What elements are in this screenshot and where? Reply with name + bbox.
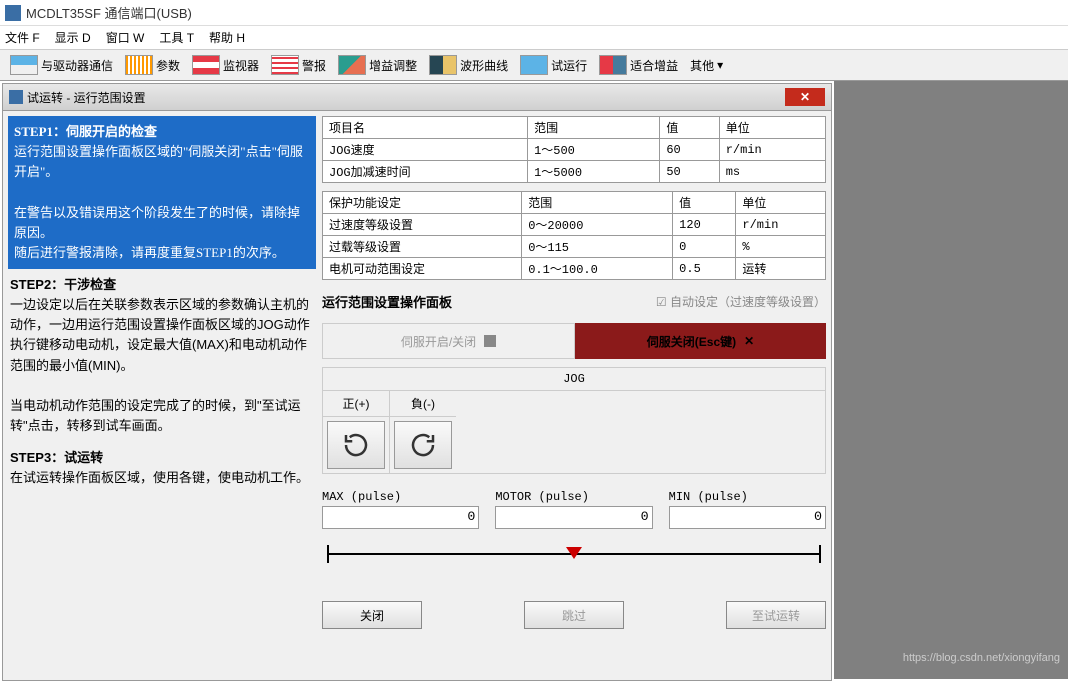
step2-body1: 一边设定以后在关联参数表示区域的参数确认主机的动作，一边用运行范围设置操作面板区…	[10, 297, 310, 372]
dialog-icon	[9, 90, 23, 104]
steps-panel: STEP1：伺服开启的检查 运行范围设置操作面板区域的"伺服关闭"点击"伺服开启…	[8, 116, 316, 676]
dialog-close-button[interactable]: ✕	[785, 88, 825, 106]
table-jog-params: 项目名范围值单位 JOG速度1～50060r/min JOG加减速时间1～500…	[322, 116, 826, 183]
step3-title: STEP3：试运转	[10, 450, 103, 465]
watermark: https://blog.csdn.net/xiongyifang	[903, 652, 1060, 664]
gain-icon	[338, 55, 366, 75]
rotate-ccw-icon	[341, 430, 371, 460]
jog-box: JOG 正(+) 負(-)	[322, 367, 826, 474]
app-icon	[5, 5, 21, 21]
motor-pulse-label: MOTOR (pulse)	[495, 490, 652, 504]
menu-tools[interactable]: 工具 T	[159, 29, 194, 46]
bottom-buttons: 关闭 跳过 至试运转	[322, 591, 826, 639]
tool-wave[interactable]: 波形曲线	[424, 52, 513, 78]
step1-body2: 在警告以及错误用这个阶段发生了的时候，请除掉原因。 随后进行警报清除，请再度重复…	[14, 205, 300, 260]
skip-button[interactable]: 跳过	[524, 601, 624, 629]
to-trial-button[interactable]: 至试运转	[726, 601, 826, 629]
servo-on-button[interactable]: 伺服开启/关闭	[322, 323, 575, 359]
servo-row: 伺服开启/关闭 伺服关闭(Esc键)✕	[322, 323, 826, 359]
trial-icon	[520, 55, 548, 75]
comm-icon	[10, 55, 38, 75]
menu-bar: 文件 F 显示 D 窗口 W 工具 T 帮助 H	[0, 26, 1068, 50]
panel-header: 运行范围设置操作面板 ☑ 自动设定（过速度等级设置）	[322, 288, 826, 315]
mdi-background	[834, 81, 1068, 679]
step3-box: STEP3：试运转 在试运转操作面板区域，使用各键，使电动机工作。	[8, 442, 316, 494]
app-title-bar: MCDLT35SF 通信端口(USB)	[0, 0, 1068, 26]
square-icon	[484, 335, 496, 347]
dialog-title-text: 试运转 - 运行范围设置	[27, 89, 146, 106]
monitor-icon	[192, 55, 220, 75]
right-panel: 项目名范围值单位 JOG速度1～50060r/min JOG加减速时间1～500…	[322, 116, 826, 676]
servo-off-button[interactable]: 伺服关闭(Esc键)✕	[575, 323, 826, 359]
tool-other[interactable]: 其他 ▾	[685, 54, 728, 77]
wave-icon	[429, 55, 457, 75]
menu-window[interactable]: 窗口 W	[106, 29, 145, 46]
step1-title: STEP1：伺服开启的检查	[14, 124, 157, 139]
step2-title: STEP2：干涉检查	[10, 277, 116, 292]
table-protection: 保护功能设定范围值单位 过速度等级设置0～20000120r/min 过载等级设…	[322, 191, 826, 280]
tool-fitgain[interactable]: 适合增益	[594, 52, 683, 78]
tool-alarm[interactable]: 警报	[266, 52, 331, 78]
jog-pos-button[interactable]	[327, 421, 385, 469]
rotate-cw-icon	[408, 430, 438, 460]
max-pulse-input[interactable]	[322, 506, 479, 529]
jog-header: JOG	[323, 368, 825, 391]
x-icon: ✕	[744, 334, 754, 348]
max-pulse-label: MAX (pulse)	[322, 490, 479, 504]
close-button[interactable]: 关闭	[322, 601, 422, 629]
tool-comm[interactable]: 与驱动器通信	[5, 52, 118, 78]
menu-display[interactable]: 显示 D	[55, 29, 91, 46]
menu-help[interactable]: 帮助 H	[209, 29, 245, 46]
panel-title: 运行范围设置操作面板	[322, 292, 452, 311]
jog-neg-label: 負(-)	[390, 391, 456, 417]
app-title: MCDLT35SF 通信端口(USB)	[26, 3, 192, 22]
param-icon	[125, 55, 153, 75]
tool-gain[interactable]: 增益调整	[333, 52, 422, 78]
tool-param[interactable]: 参数	[120, 52, 185, 78]
dialog-trial-run: 试运转 - 运行范围设置 ✕ STEP1：伺服开启的检查 运行范围设置操作面板区…	[2, 83, 832, 681]
pulse-row: MAX (pulse) MOTOR (pulse) MIN (pulse)	[322, 490, 826, 529]
dialog-title-bar: 试运转 - 运行范围设置 ✕	[3, 84, 831, 111]
tool-trial[interactable]: 试运行	[515, 52, 592, 78]
jog-neg-button[interactable]	[394, 421, 452, 469]
auto-set-checkbox[interactable]: ☑ 自动设定（过速度等级设置）	[656, 293, 826, 310]
tool-monitor[interactable]: 监视器	[187, 52, 264, 78]
menu-file[interactable]: 文件 F	[5, 29, 40, 46]
alarm-icon	[271, 55, 299, 75]
step2-body2: 当电动机动作范围的设定完成了的时候，到"至试运转"点击，转移到试车画面。	[10, 398, 301, 433]
toolbar: 与驱动器通信 参数 监视器 警报 增益调整 波形曲线 试运行 适合增益 其他 ▾	[0, 50, 1068, 81]
fitgain-icon	[599, 55, 627, 75]
step3-body: 在试运转操作面板区域，使用各键，使电动机工作。	[10, 470, 309, 485]
min-pulse-label: MIN (pulse)	[669, 490, 826, 504]
range-slider[interactable]	[322, 543, 826, 583]
slider-marker-icon	[566, 547, 582, 559]
min-pulse-input[interactable]	[669, 506, 826, 529]
step2-box: STEP2：干涉检查 一边设定以后在关联参数表示区域的参数确认主机的动作，一边用…	[8, 269, 316, 442]
jog-pos-label: 正(+)	[323, 391, 389, 417]
motor-pulse-input[interactable]	[495, 506, 652, 529]
step1-box: STEP1：伺服开启的检查 运行范围设置操作面板区域的"伺服关闭"点击"伺服开启…	[8, 116, 316, 269]
step1-body1: 运行范围设置操作面板区域的"伺服关闭"点击"伺服开启"。	[14, 144, 303, 179]
